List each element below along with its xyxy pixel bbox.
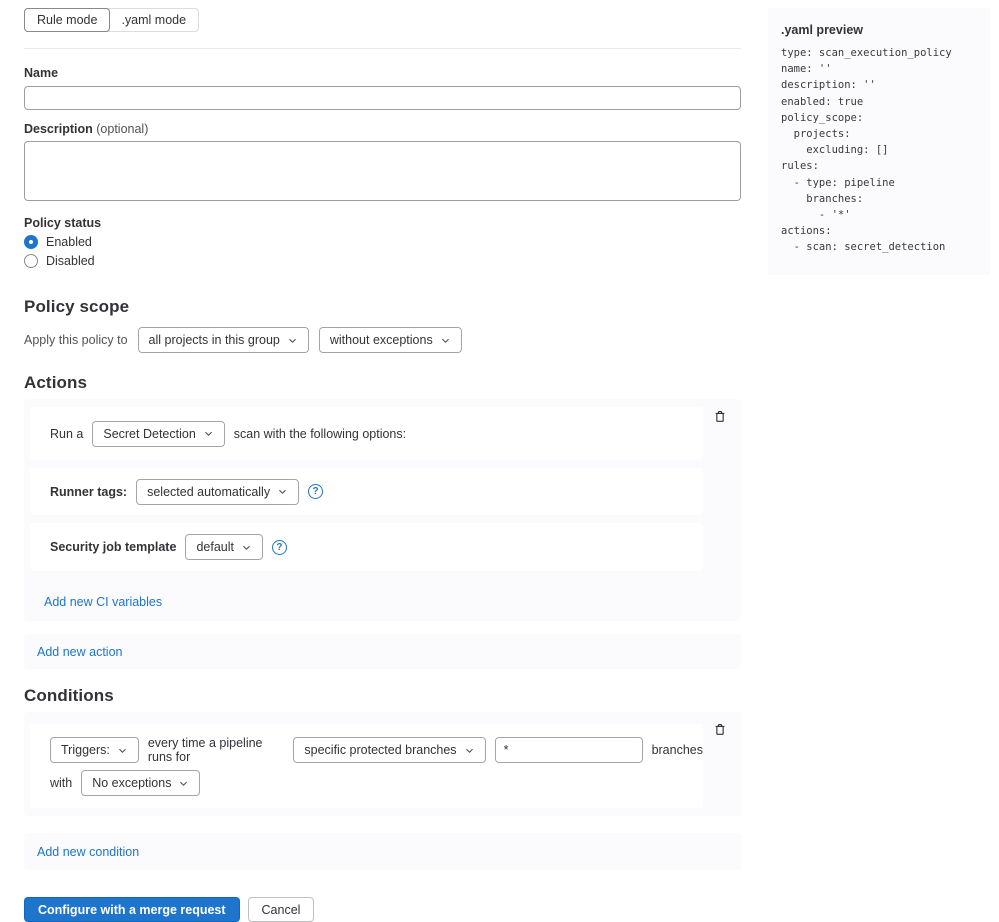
radio-enabled-circle[interactable] xyxy=(24,235,38,249)
runner-tags-dropdown-value: selected automatically xyxy=(147,485,270,499)
condition-content: Triggers: every time a pipeline runs for… xyxy=(30,724,703,808)
radio-enabled[interactable]: Enabled xyxy=(24,235,741,249)
exceptions-scope-dropdown[interactable]: without exceptions xyxy=(319,327,462,353)
remove-action-button[interactable] xyxy=(711,409,729,427)
conditions-heading: Conditions xyxy=(24,686,741,706)
runner-tags-dropdown[interactable]: selected automatically xyxy=(136,479,299,505)
rule-mode-button[interactable]: Rule mode xyxy=(24,8,110,32)
action-card: Run a Secret Detection scan with the fol… xyxy=(24,399,741,621)
scan-type-dropdown[interactable]: Secret Detection xyxy=(92,421,224,447)
runner-tags-row: Runner tags: selected automatically ? xyxy=(30,468,703,515)
radio-disabled-circle[interactable] xyxy=(24,254,38,268)
trash-icon xyxy=(713,409,727,427)
policy-scope-row: Apply this policy to all projects in thi… xyxy=(24,327,741,353)
chevron-down-icon xyxy=(287,335,298,346)
description-optional-text: (optional) xyxy=(96,122,148,136)
yaml-mode-button[interactable]: .yaml mode xyxy=(108,8,199,32)
policy-editor: Rule mode .yaml mode Name Description (o… xyxy=(24,0,741,922)
yaml-preview-code: type: scan_execution_policy name: '' des… xyxy=(781,45,977,256)
add-condition-link[interactable]: Add new condition xyxy=(37,845,139,859)
chevron-down-icon xyxy=(117,745,128,756)
with-text: with xyxy=(50,776,72,790)
policy-status-label: Policy status xyxy=(24,216,741,230)
configure-merge-request-button[interactable]: Configure with a merge request xyxy=(24,897,240,922)
branch-exceptions-dropdown-value: No exceptions xyxy=(92,776,171,790)
name-label: Name xyxy=(24,66,741,80)
trash-icon xyxy=(713,722,727,740)
branch-type-dropdown-value: specific protected branches xyxy=(304,743,456,757)
scan-type-dropdown-value: Secret Detection xyxy=(103,427,195,441)
branch-name-input[interactable] xyxy=(495,737,643,763)
projects-scope-dropdown[interactable]: all projects in this group xyxy=(138,327,309,353)
runner-tags-label: Runner tags: xyxy=(50,485,127,499)
condition-line-1: Triggers: every time a pipeline runs for… xyxy=(50,736,703,764)
condition-card: Triggers: every time a pipeline runs for… xyxy=(24,712,741,816)
description-label: Description (optional) xyxy=(24,122,741,136)
radio-enabled-label: Enabled xyxy=(46,235,92,249)
branches-suffix-text: branches xyxy=(652,743,703,757)
scan-action-row: Run a Secret Detection scan with the fol… xyxy=(30,407,703,460)
job-template-dropdown-value: default xyxy=(196,540,234,554)
description-label-text: Description xyxy=(24,122,93,136)
scan-options-text: scan with the following options: xyxy=(234,427,406,441)
runner-tags-help-icon[interactable]: ? xyxy=(308,484,323,499)
condition-line-2: with No exceptions xyxy=(50,770,703,796)
footer-actions: Configure with a merge request Cancel xyxy=(24,897,741,922)
add-condition-bar: Add new condition xyxy=(24,833,741,870)
chevron-down-icon xyxy=(203,428,214,439)
chevron-down-icon xyxy=(277,486,288,497)
branch-type-dropdown[interactable]: specific protected branches xyxy=(293,737,485,763)
name-input[interactable] xyxy=(24,86,741,110)
yaml-preview-title: .yaml preview xyxy=(781,23,977,37)
radio-disabled[interactable]: Disabled xyxy=(24,254,741,268)
add-ci-variables-link[interactable]: Add new CI variables xyxy=(44,595,162,609)
chevron-down-icon xyxy=(464,745,475,756)
policy-scope-heading: Policy scope xyxy=(24,297,741,317)
apply-policy-text: Apply this policy to xyxy=(24,333,128,347)
actions-heading: Actions xyxy=(24,373,741,393)
job-template-dropdown[interactable]: default xyxy=(185,534,263,560)
pipeline-runs-text: every time a pipeline runs for xyxy=(148,736,285,764)
projects-scope-dropdown-value: all projects in this group xyxy=(149,333,280,347)
exceptions-scope-dropdown-value: without exceptions xyxy=(330,333,433,347)
yaml-preview-panel: .yaml preview type: scan_execution_polic… xyxy=(768,8,990,275)
chevron-down-icon xyxy=(440,335,451,346)
add-action-bar: Add new action xyxy=(24,634,741,669)
job-template-label: Security job template xyxy=(50,540,176,554)
mode-toggle: Rule mode .yaml mode xyxy=(24,8,199,32)
chevron-down-icon xyxy=(178,778,189,789)
run-a-text: Run a xyxy=(50,427,83,441)
add-action-link[interactable]: Add new action xyxy=(37,645,122,659)
job-template-row: Security job template default ? xyxy=(30,523,703,571)
triggers-dropdown-value: Triggers: xyxy=(61,743,110,757)
branch-exceptions-dropdown[interactable]: No exceptions xyxy=(81,770,200,796)
triggers-dropdown[interactable]: Triggers: xyxy=(50,737,139,763)
divider xyxy=(24,48,741,49)
cancel-button[interactable]: Cancel xyxy=(248,897,315,922)
chevron-down-icon xyxy=(241,542,252,553)
remove-condition-button[interactable] xyxy=(711,722,729,740)
description-textarea[interactable] xyxy=(24,141,741,201)
radio-disabled-label: Disabled xyxy=(46,254,95,268)
job-template-help-icon[interactable]: ? xyxy=(272,540,287,555)
